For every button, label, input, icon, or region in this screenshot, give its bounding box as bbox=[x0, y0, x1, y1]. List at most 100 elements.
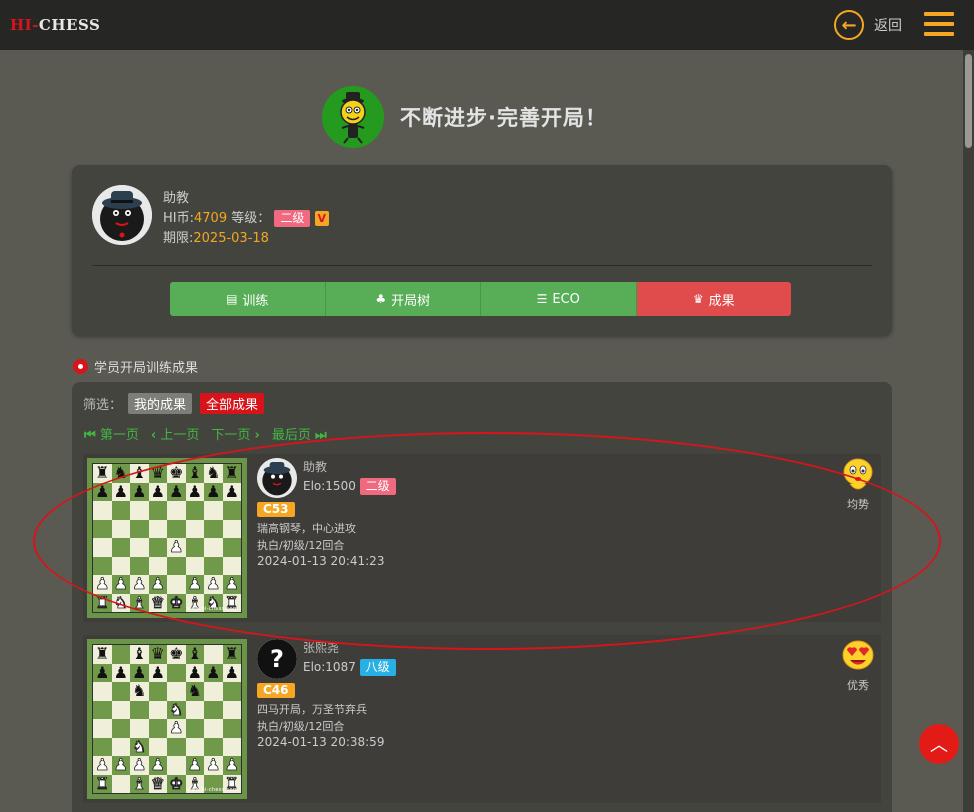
chess-piece-icon: ♟ bbox=[224, 755, 239, 775]
chess-piece-icon: ♟ bbox=[206, 662, 221, 682]
chess-piece-icon: ♟ bbox=[206, 755, 221, 775]
chess-piece-icon: ♟ bbox=[169, 481, 184, 501]
record-dot-icon bbox=[73, 359, 88, 374]
board-square: ♟ bbox=[204, 575, 223, 594]
board-watermark: www.hi-chess.com bbox=[186, 606, 238, 612]
board-square bbox=[111, 538, 130, 557]
board-square: ♟ bbox=[204, 481, 223, 501]
game-card[interactable]: ♜ ♝ ♛ ♚ ♝ ♜ ♟ ♟ ♟ ♟ ♟ ♟ ♟ ♞ ♞ ♞ ♟ ♞ ♟ ♟ ♟ ♟ ♟ ♟ ♟ ♜ ♝ ♛ ♚ ♝ ♜ www.hi-ch… bbox=[83, 635, 881, 803]
board-square: ♟ bbox=[167, 481, 186, 501]
board-square bbox=[185, 538, 204, 557]
board-square bbox=[167, 519, 186, 538]
hamburger-menu-icon[interactable] bbox=[924, 12, 954, 38]
board-square bbox=[222, 682, 241, 701]
coin-label: HI币: bbox=[163, 211, 194, 226]
tab-opening-tree[interactable]: ♣ 开局树 bbox=[325, 282, 481, 316]
tab-label: ECO bbox=[552, 291, 580, 307]
chess-piece-icon: ♞ bbox=[113, 592, 128, 612]
top-bar: HI-CHESS ← 返回 bbox=[0, 0, 974, 50]
board-square bbox=[130, 501, 149, 520]
level-label: 等级： bbox=[231, 211, 271, 226]
filter-mine-button[interactable]: 我的成果 bbox=[128, 393, 193, 414]
board-square: ♟ bbox=[204, 756, 223, 775]
board-square: ♟ bbox=[185, 663, 204, 682]
board-square: ♟ bbox=[185, 482, 204, 501]
board-square: ♟ bbox=[93, 482, 112, 501]
next-page-link[interactable]: 下一页 › bbox=[211, 424, 260, 443]
scrollbar[interactable] bbox=[963, 50, 974, 812]
board-square bbox=[185, 556, 204, 575]
tab-label: 训练 bbox=[242, 293, 269, 309]
board-square bbox=[222, 501, 241, 520]
board-square: ♝ bbox=[185, 464, 204, 483]
player-elo: Elo:1087 bbox=[303, 660, 356, 674]
player-elo-row: Elo:1087 八级 bbox=[303, 659, 396, 676]
neutral-face-icon bbox=[841, 458, 875, 494]
board-square: ♝ bbox=[130, 464, 149, 483]
chess-piece-icon: ♟ bbox=[95, 574, 110, 594]
prev-page-link[interactable]: ‹ 上一页 bbox=[151, 424, 200, 443]
expire-value: 2025-03-18 bbox=[193, 231, 269, 246]
board-square: ♟ bbox=[93, 575, 112, 594]
logo[interactable]: HI-CHESS bbox=[10, 16, 100, 34]
board-square bbox=[185, 719, 204, 738]
player-elo-row: Elo:1500 二级 bbox=[303, 478, 396, 495]
chess-piece-icon: ♟ bbox=[187, 574, 202, 594]
list-icon: ☰ bbox=[536, 292, 548, 306]
chess-board-thumbnail[interactable]: ♜ ♝ ♛ ♚ ♝ ♜ ♟ ♟ ♟ ♟ ♟ ♟ ♟ ♞ ♞ ♞ ♟ ♞ ♟ ♟ ♟ ♟ ♟ ♟ ♟ ♜ ♝ ♛ ♚ ♝ ♜ www.hi-ch… bbox=[87, 639, 247, 799]
chess-piece-icon: ♟ bbox=[95, 755, 110, 775]
back-label: 返回 bbox=[874, 18, 902, 34]
profile-expire-row: 期限:2025-03-18 bbox=[163, 227, 269, 246]
first-page-link[interactable]: ⏮ 第一页 bbox=[84, 424, 139, 443]
chess-piece-icon: ♞ bbox=[113, 463, 128, 483]
board-square: ♟ bbox=[148, 756, 167, 775]
filter-all-button[interactable]: 全部成果 bbox=[200, 393, 265, 414]
mascot-avatar-icon bbox=[322, 86, 384, 148]
board-square: ♟ bbox=[111, 662, 130, 682]
chess-piece-icon: ♟ bbox=[206, 481, 221, 501]
board-square: ♟ bbox=[204, 662, 223, 682]
board-square: ♟ bbox=[185, 574, 204, 594]
chess-piece-icon: ♟ bbox=[113, 662, 128, 682]
chess-piece-icon: ♟ bbox=[132, 755, 147, 775]
board-square bbox=[148, 538, 167, 557]
board-square bbox=[222, 700, 241, 719]
eco-code-badge: C53 bbox=[257, 502, 295, 517]
chess-piece-icon: ♟ bbox=[132, 574, 147, 594]
chess-piece-icon: ♝ bbox=[132, 773, 147, 793]
chess-piece-icon: ♚ bbox=[169, 773, 184, 793]
board-square: ♟ bbox=[167, 719, 186, 738]
board-square: ♜ bbox=[222, 464, 241, 483]
profile-coin-row: HI币:4709 等级： 二级 V bbox=[163, 207, 330, 227]
board-square: ♟ bbox=[111, 756, 130, 775]
tab-results[interactable]: ♛ 成果 bbox=[636, 282, 791, 316]
chess-board-thumbnail[interactable]: ♜ ♞ ♝ ♛ ♚ ♝ ♞ ♜ ♟ ♟ ♟ ♟ ♟ ♟ ♟ ♟ ♟ ♟ ♟ ♟ ♟ ♟ ♟ ♟ ♜ ♞ ♝ ♛ ♚ ♝ ♞ ♜ www.hi-c… bbox=[87, 458, 247, 618]
scrollbar-thumb[interactable] bbox=[965, 54, 972, 148]
tab-eco[interactable]: ☰ ECO bbox=[481, 282, 637, 316]
board-square bbox=[130, 700, 149, 719]
board-square bbox=[148, 719, 167, 738]
crown-icon: ♛ bbox=[692, 292, 704, 306]
board-square bbox=[185, 519, 204, 538]
tab-train[interactable]: ▤ 训练 bbox=[170, 282, 326, 316]
board-square bbox=[222, 719, 241, 738]
game-card[interactable]: ♜ ♞ ♝ ♛ ♚ ♝ ♞ ♜ ♟ ♟ ♟ ♟ ♟ ♟ ♟ ♟ ♟ ♟ ♟ ♟ ♟ ♟ ♟ ♟ ♜ ♞ ♝ ♛ ♚ ♝ ♞ ♜ www.hi-c… bbox=[83, 454, 881, 622]
game-timestamp: 2024-01-13 20:38:59 bbox=[257, 735, 385, 749]
board-square bbox=[93, 501, 112, 520]
chess-piece-icon: ♚ bbox=[169, 644, 184, 664]
board-square: ♞ bbox=[111, 592, 130, 612]
board-square: ♟ bbox=[130, 575, 149, 594]
chess-piece-icon: ♟ bbox=[169, 718, 184, 738]
logo-chess: CHESS bbox=[38, 16, 101, 34]
scroll-to-top-button[interactable]: ︿ bbox=[919, 724, 959, 764]
board-square bbox=[111, 737, 130, 756]
chevron-up-icon: ︿ bbox=[930, 735, 948, 756]
result-label: 均势 bbox=[847, 498, 869, 511]
board-square bbox=[130, 556, 149, 575]
last-page-link[interactable]: 最后页 ⏭ bbox=[272, 424, 327, 443]
board-square bbox=[111, 774, 130, 793]
chess-piece-icon: ♛ bbox=[150, 644, 165, 664]
board-square: ♞ bbox=[130, 682, 149, 701]
back-button[interactable]: ← 返回 bbox=[834, 10, 902, 40]
chess-piece-icon: ♟ bbox=[169, 537, 184, 557]
